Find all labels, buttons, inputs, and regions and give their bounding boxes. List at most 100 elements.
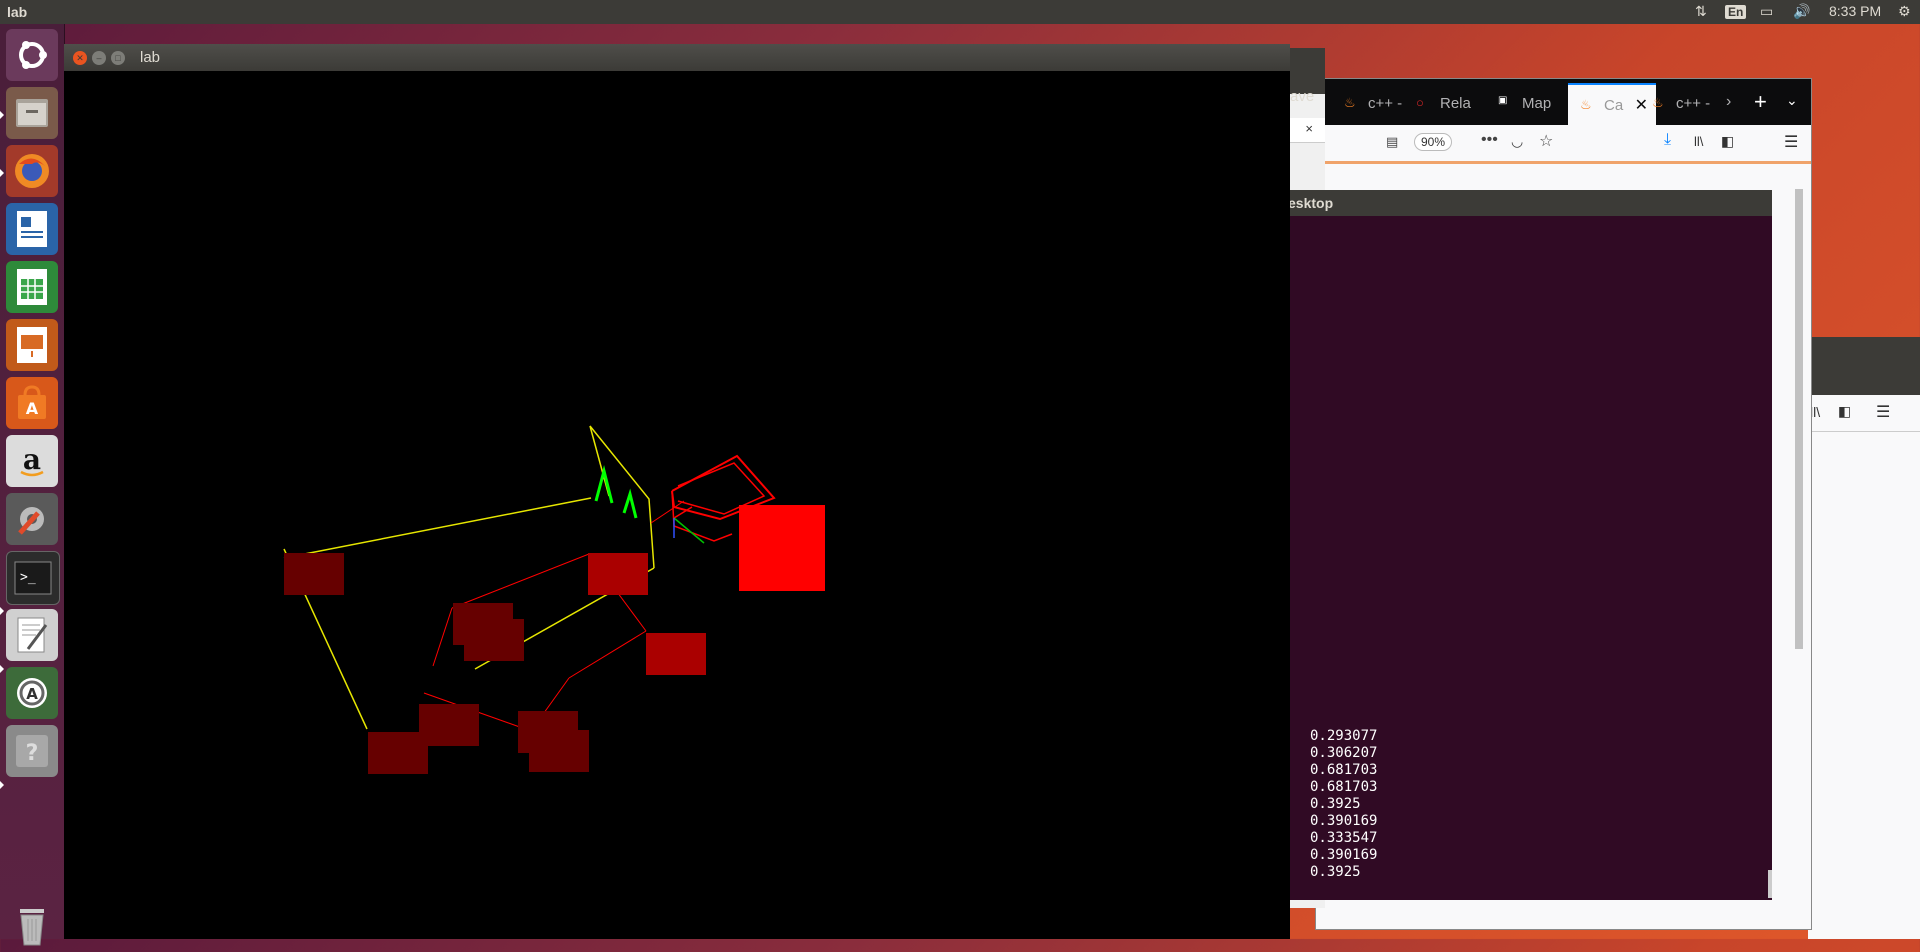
browser-tab[interactable]: ○ Rela [1416, 83, 1476, 123]
window-title: lab [140, 49, 161, 66]
reader-view-icon[interactable]: ▤ [1386, 134, 1398, 150]
svg-text:A: A [26, 399, 39, 418]
landmark-box-active [588, 553, 648, 595]
terminal-line: 0.390169 [1310, 813, 1378, 829]
scrollbar[interactable] [1768, 870, 1772, 898]
ubuntu-dash-icon[interactable] [6, 29, 58, 81]
volume-icon[interactable]: 🔊 [1793, 3, 1810, 20]
green-marker [594, 465, 614, 504]
firefox-window-right[interactable]: ll\ ◧ ☰ [1808, 337, 1920, 939]
close-icon[interactable]: × [1305, 121, 1313, 136]
sidebar-icon[interactable]: ◧ [1721, 133, 1734, 150]
opera-icon: ○ [1416, 95, 1424, 110]
text-editor-icon[interactable] [6, 609, 58, 661]
window-titlebar[interactable]: ✕ – □ lab [64, 44, 1290, 71]
firefox-icon[interactable] [6, 145, 58, 197]
tab-label: c++ - [1368, 94, 1403, 112]
clock[interactable]: 8:33 PM [1829, 3, 1881, 19]
scrollbar[interactable] [1795, 189, 1803, 649]
terminal-line: 0.306207 [1310, 745, 1378, 761]
window-title: ave [1290, 88, 1315, 105]
terminal-line: 0.3925 [1310, 796, 1361, 812]
amazon-icon[interactable]: a [6, 435, 58, 487]
zoom-level[interactable]: 90% [1414, 133, 1453, 151]
terminal-icon[interactable]: >_ [6, 551, 60, 605]
navigation-toolbar: ▤ 90% ••• ◡ ☆ ⤓ ll\ ◧ ☰ [1316, 125, 1811, 162]
axis-y [673, 517, 705, 544]
lab-window[interactable]: ✕ – □ lab [64, 44, 1290, 939]
pocket-icon[interactable]: ◡ [1511, 133, 1523, 150]
tab-label: Map [1522, 94, 1552, 112]
tab-bar: ♨ c++ - ○ Rela ▣ Map ♨ Ca ✕ ♨ c++ - › + ⌄ [1316, 79, 1811, 125]
updater-icon[interactable]: A [6, 667, 58, 719]
help-icon[interactable]: ? [6, 725, 58, 777]
content-divider [1316, 161, 1811, 164]
browser-tab[interactable]: ♨ c++ - [1652, 83, 1722, 123]
tab-label: Ca [1604, 96, 1624, 114]
landmark-box-active [646, 633, 706, 675]
browser-tab[interactable]: ▣ Map [1498, 83, 1563, 123]
running-indicator [0, 665, 4, 673]
bookmark-star-icon[interactable]: ☆ [1539, 131, 1553, 151]
green-marker [622, 488, 638, 519]
trash-icon[interactable] [6, 900, 58, 952]
terminal-line: 0.3925 [1310, 864, 1361, 880]
files-icon[interactable] [6, 87, 58, 139]
red-path [568, 630, 647, 679]
terminal-line: 0.681703 [1310, 762, 1378, 778]
running-indicator [0, 169, 4, 177]
svg-text:>_: >_ [20, 570, 36, 585]
download-icon[interactable]: ⤓ [1664, 131, 1671, 149]
yellow-path [283, 497, 592, 559]
window-titlebar [1808, 337, 1920, 395]
calc-icon[interactable] [6, 261, 58, 313]
chevron-down-icon[interactable]: ⌄ [1786, 92, 1798, 109]
terminal-line: 0.333547 [1310, 830, 1378, 846]
red-path [650, 500, 685, 524]
network-icon[interactable]: ⇅ [1695, 3, 1707, 20]
chevron-right-icon[interactable]: › [1726, 93, 1731, 111]
window-title: esktop [1288, 195, 1334, 211]
target-box [739, 505, 825, 591]
gear-icon[interactable]: ⚙ [1898, 3, 1911, 20]
language-indicator[interactable]: En [1725, 3, 1747, 19]
window-titlebar: esktop [1240, 190, 1772, 216]
tab-label: Rela [1440, 94, 1471, 112]
launcher: A a >_ A ? [0, 24, 65, 946]
browser-tab-active[interactable]: ♨ Ca ✕ [1568, 83, 1656, 125]
terminal-line: 0.681703 [1310, 779, 1378, 795]
menu-icon[interactable]: ☰ [1784, 132, 1798, 152]
terminal-window[interactable]: esktop 0.293077 0.306207 0.681703 0.6817… [1240, 190, 1772, 900]
terminal-line: 0.390169 [1310, 847, 1378, 863]
library-icon[interactable]: ll\ [1694, 134, 1703, 149]
impress-icon[interactable] [6, 319, 58, 371]
landmark-box [368, 732, 428, 774]
sidebar-icon[interactable]: ◧ [1838, 403, 1851, 420]
menu-icon[interactable]: ☰ [1876, 402, 1890, 422]
language-label: En [1725, 5, 1747, 19]
pose-arrow [671, 490, 733, 542]
landmark-box [284, 553, 344, 595]
new-tab-icon[interactable]: + [1754, 89, 1767, 115]
minimize-icon[interactable]: – [92, 51, 106, 65]
settings-icon[interactable] [6, 493, 58, 545]
writer-icon[interactable] [6, 203, 58, 255]
running-indicator [0, 781, 4, 789]
terminal-output: 0.293077 0.306207 0.681703 0.681703 0.39… [1310, 728, 1377, 881]
running-indicator [0, 607, 4, 615]
tab-label: c++ - [1676, 94, 1711, 112]
svg-text:?: ? [26, 741, 39, 766]
stack-overflow-icon: ♨ [1580, 97, 1592, 112]
battery-icon[interactable]: ▭ [1760, 3, 1773, 20]
software-center-icon[interactable]: A [6, 377, 58, 429]
browser-tab[interactable]: ♨ c++ - [1344, 83, 1404, 123]
close-icon[interactable]: ✕ [73, 51, 87, 65]
opengl-icon: ▣ [1498, 95, 1508, 106]
maximize-icon[interactable]: □ [111, 51, 125, 65]
running-indicator [0, 111, 4, 119]
terminal-line: 0.293077 [1310, 728, 1378, 744]
close-tab-icon[interactable]: ✕ [1635, 95, 1648, 115]
yellow-path [589, 425, 655, 569]
page-actions-icon[interactable]: ••• [1481, 131, 1498, 149]
opengl-canvas[interactable] [64, 71, 1290, 939]
